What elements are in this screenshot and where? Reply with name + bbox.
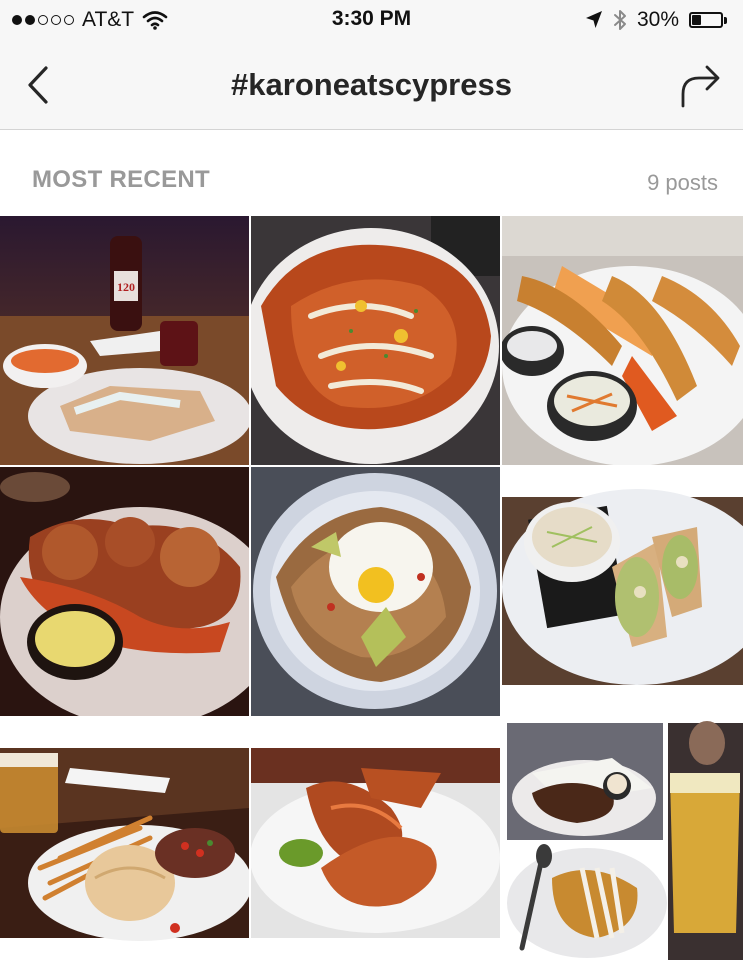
location-arrow-icon [585,11,602,28]
photo-collage-beer[interactable] [502,718,743,965]
photo-loaded-waffle-fries[interactable] [251,216,500,465]
photo-fried-egg-hash[interactable] [251,467,500,716]
page-title: #karoneatscypress [231,67,512,102]
navigation-bar: #karoneatscypress [0,40,743,130]
section-label: MOST RECENT [32,166,210,193]
status-bar: AT&T 3:30 PM 30% [0,0,743,40]
photo-chicken-tenders[interactable] [0,467,249,716]
battery-icon [689,11,729,29]
post-count: 9 posts [647,170,718,195]
photo-burger-fries-beer[interactable] [0,718,249,965]
wine-label-text: 120 [117,280,135,294]
status-right: 30% [585,8,729,32]
photo-quesadilla-wine[interactable]: 120 [0,216,249,465]
photo-fried-chicken-plate[interactable] [251,718,500,965]
section-header: MOST RECENT 9 posts [0,130,743,216]
share-arrow-icon[interactable] [679,62,723,108]
photo-grid: 120 [0,216,743,965]
photo-fish-and-chips[interactable] [502,216,743,465]
bluetooth-icon [613,10,626,30]
battery-percent: 30% [636,8,679,31]
photo-wrap-coleslaw[interactable] [502,467,743,716]
